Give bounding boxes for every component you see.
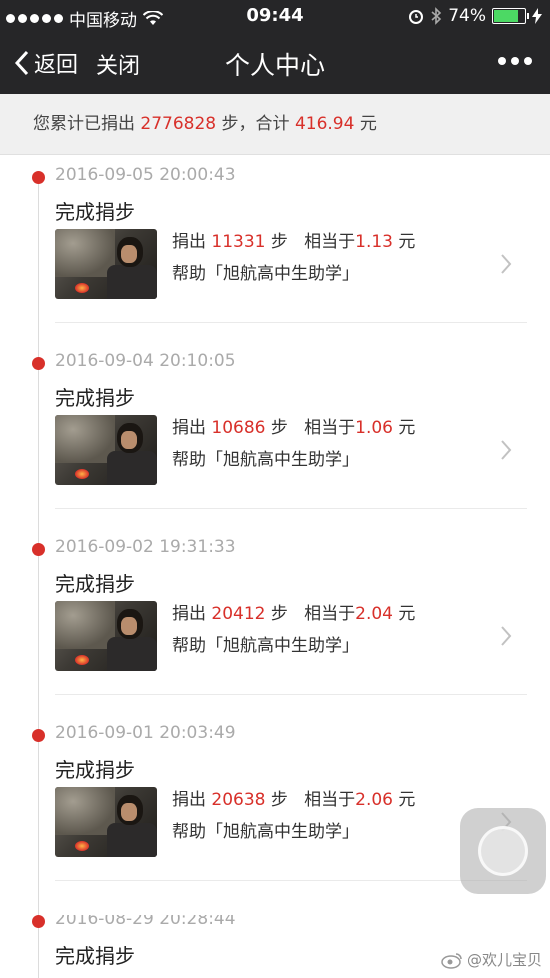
entry-status: 完成捐步 <box>55 386 135 410</box>
divider <box>55 880 527 881</box>
donate-label: 捐出 <box>172 232 206 252</box>
chevron-right-icon <box>501 626 512 646</box>
entry-status: 完成捐步 <box>55 758 135 782</box>
steps-unit: 步 <box>270 418 288 438</box>
entry-status: 完成捐步 <box>55 944 135 968</box>
summary-amount-unit: 元 <box>359 114 377 134</box>
amount-unit: 元 <box>398 232 416 252</box>
entry-amount: 2.04 <box>355 604 393 624</box>
timeline-dot <box>32 915 45 928</box>
entry-date: 2016-09-05 20:00:43 <box>55 165 236 185</box>
equiv-label: 相当于 <box>304 790 356 810</box>
page-title: 个人中心 <box>224 51 325 80</box>
charging-icon <box>532 8 542 24</box>
project-thumbnail <box>55 601 157 671</box>
entry-date: 2016-09-04 20:10:05 <box>55 351 236 371</box>
alarm-icon <box>409 10 424 24</box>
divider <box>55 694 527 695</box>
entry-status: 完成捐步 <box>55 200 135 224</box>
summary-amount: 416.94 <box>294 114 355 134</box>
entry-date: 2016-09-01 20:03:49 <box>55 723 236 743</box>
entry-steps-line: 捐出 11331 步 相当于1.13 元 <box>172 227 415 252</box>
timeline-dot <box>32 729 45 742</box>
steps-unit: 步 <box>270 232 288 252</box>
project-thumbnail <box>55 415 157 485</box>
entry-status: 完成捐步 <box>55 572 135 596</box>
entry-date: 2016-09-02 19:31:33 <box>55 537 236 557</box>
status-bar: 中国移动 09:44 74% <box>0 0 550 33</box>
watermark: @欢儿宝贝 <box>441 949 542 970</box>
amount-unit: 元 <box>398 604 416 624</box>
divider <box>55 322 527 323</box>
entry-steps-line: 捐出 10686 步 相当于1.06 元 <box>172 413 415 438</box>
chevron-right-icon <box>501 254 512 274</box>
entry-project: 帮助「旭航高中生助学」 <box>172 450 359 470</box>
battery-percent: 74% <box>448 6 486 26</box>
entry-steps: 10686 <box>211 418 266 438</box>
donate-label: 捐出 <box>172 604 206 624</box>
steps-unit: 步 <box>270 604 288 624</box>
assistive-touch-button[interactable] <box>460 808 546 894</box>
divider <box>55 508 527 509</box>
amount-unit: 元 <box>398 790 416 810</box>
entry-steps: 20638 <box>211 790 266 810</box>
project-thumbnail <box>55 229 157 299</box>
entry-project: 帮助「旭航高中生助学」 <box>172 264 359 284</box>
donation-summary: 您累计已捐出 2776828 步，合计 416.94 元 <box>0 94 550 155</box>
summary-steps: 2776828 <box>140 114 217 134</box>
donation-entry[interactable]: 2016-09-04 20:10:05 完成捐步 捐出 10686 步 相当于1… <box>0 351 550 543</box>
assistive-touch-icon <box>478 826 528 876</box>
entry-steps: 20412 <box>211 604 266 624</box>
donation-entry[interactable]: 2016-09-05 20:00:43 完成捐步 捐出 11331 步 相当于1… <box>0 165 550 357</box>
equiv-label: 相当于 <box>304 604 356 624</box>
donation-entry[interactable]: 2016-09-02 19:31:33 完成捐步 捐出 20412 步 相当于2… <box>0 537 550 729</box>
battery-icon <box>492 8 529 24</box>
more-dots-icon[interactable] <box>498 57 532 65</box>
nav-bar: 返回 关闭 个人中心 <box>0 33 550 94</box>
equiv-label: 相当于 <box>304 418 356 438</box>
entry-steps-line: 捐出 20412 步 相当于2.04 元 <box>172 599 415 624</box>
steps-unit: 步 <box>270 790 288 810</box>
entry-project: 帮助「旭航高中生助学」 <box>172 636 359 656</box>
summary-steps-unit: 步，合计 <box>221 114 290 134</box>
summary-prefix: 您累计已捐出 <box>33 114 135 134</box>
weibo-logo-icon <box>441 952 462 969</box>
timeline-dot <box>32 357 45 370</box>
entry-steps: 11331 <box>211 232 266 252</box>
entry-steps-line: 捐出 20638 步 相当于2.06 元 <box>172 785 415 810</box>
donate-label: 捐出 <box>172 418 206 438</box>
amount-unit: 元 <box>398 418 416 438</box>
entry-project: 帮助「旭航高中生助学」 <box>172 822 359 842</box>
timeline-dot <box>32 171 45 184</box>
donate-label: 捐出 <box>172 790 206 810</box>
timeline-dot <box>32 543 45 556</box>
watermark-text: @欢儿宝贝 <box>466 951 542 969</box>
entry-amount: 2.06 <box>355 790 393 810</box>
entry-amount: 1.06 <box>355 418 393 438</box>
bluetooth-icon <box>431 7 442 25</box>
equiv-label: 相当于 <box>304 232 356 252</box>
entry-date: 2016-08-29 20:28:44 <box>55 915 236 929</box>
project-thumbnail <box>55 787 157 857</box>
chevron-right-icon <box>501 440 512 460</box>
entry-amount: 1.13 <box>355 232 393 252</box>
